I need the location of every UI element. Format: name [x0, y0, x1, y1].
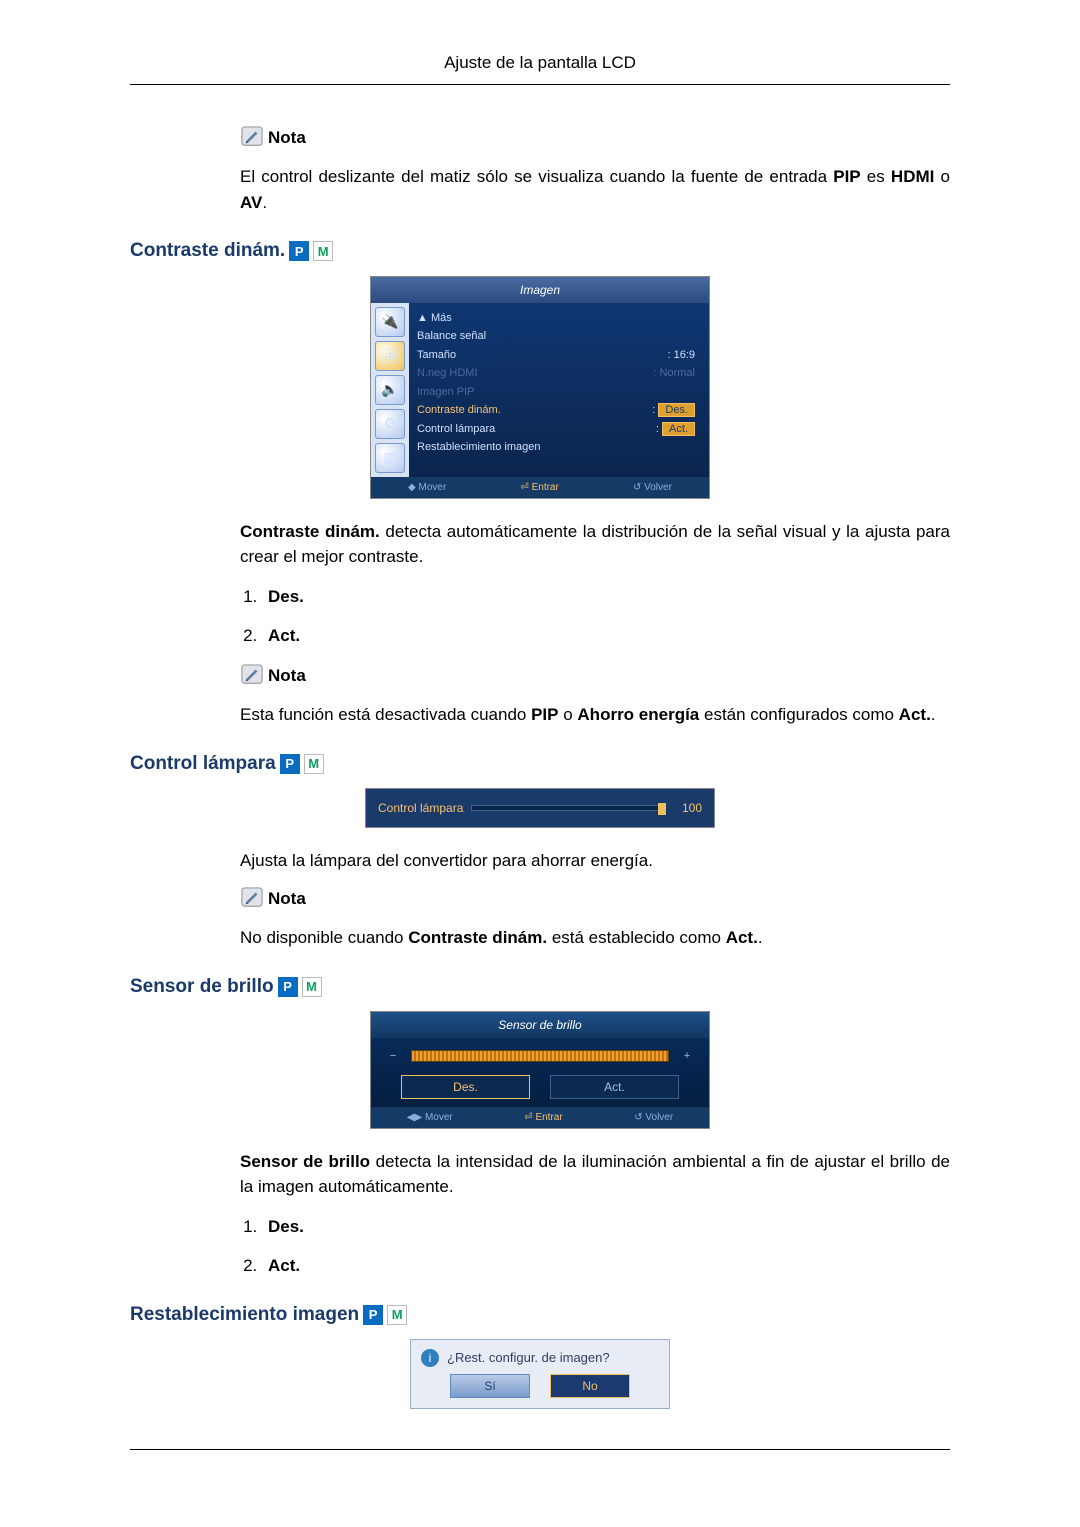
osd-hint-entrar: ⏎ Entrar — [524, 1110, 562, 1125]
osd-icon-picture: 🖼 — [375, 341, 405, 371]
reset-question: ¿Rest. configur. de imagen? — [447, 1348, 610, 1368]
note-label: Nota — [268, 886, 306, 912]
top-rule — [130, 84, 950, 85]
slider-value: 100 — [672, 799, 702, 817]
osd-hint-mover: ◀▶ Mover — [407, 1110, 453, 1125]
pencil-note-icon — [240, 126, 264, 148]
sensor-desc: Sensor de brillo detecta la intensidad d… — [240, 1149, 950, 1200]
p-badge-icon: P — [363, 1305, 383, 1325]
minus-icon[interactable]: − — [383, 1048, 403, 1065]
osd-item: Tamaño — [417, 347, 456, 364]
sensor-options: Des. Act. — [262, 1214, 950, 1279]
osd-lamp-slider: Control lámpara 100 — [365, 788, 715, 828]
contraste-note-text: Esta función está desactivada cuando PIP… — [240, 702, 950, 728]
osd-icon-sound: 🔈 — [375, 375, 405, 405]
osd-side-icons: 🔌 🖼 🔈 ⚙ ▥ — [371, 303, 409, 477]
section-title-sensor: Sensor de brillo P M — [130, 973, 950, 1002]
slider-track[interactable] — [471, 805, 664, 811]
lampara-desc: Ajusta la lámpara del convertidor para a… — [240, 848, 950, 874]
option-act: Act. — [262, 1253, 950, 1279]
osd-value-selected: : Des. — [652, 402, 695, 419]
osd-imagen-menu: Imagen 🔌 🖼 🔈 ⚙ ▥ ▲ Más Balance señal Tam… — [370, 276, 710, 499]
section-title-lampara: Control lámpara P M — [130, 750, 950, 779]
osd-title: Sensor de brillo — [371, 1012, 709, 1038]
info-icon: i — [421, 1349, 439, 1367]
osd-value: : Act. — [656, 421, 695, 438]
osd-hint-volver: ↺ Volver — [634, 1110, 673, 1125]
osd-hint-volver: ↺ Volver — [633, 480, 672, 495]
note-label: Nota — [268, 663, 306, 689]
osd-brightness-sensor: Sensor de brillo − + Des. Act. ◀▶ Mover … — [370, 1011, 710, 1129]
section-title-contraste: Contraste dinám. P M — [130, 237, 950, 266]
osd-reset-dialog: i ¿Rest. configur. de imagen? Sí No — [410, 1339, 670, 1409]
osd-footer: ◀▶ Mover ⏎ Entrar ↺ Volver — [371, 1107, 709, 1128]
lampara-note-text: No disponible cuando Contraste dinám. es… — [240, 925, 950, 951]
osd-item: Control lámpara — [417, 421, 495, 438]
osd-hint-entrar: ⏎ Entrar — [520, 480, 558, 495]
osd-footer: ◆ Mover ⏎ Entrar ↺ Volver — [371, 477, 709, 498]
slider-label: Control lámpara — [378, 799, 463, 817]
contraste-desc: Contraste dinám. detecta automáticamente… — [240, 519, 950, 570]
brightness-track[interactable] — [411, 1050, 669, 1062]
osd-value: : 16:9 — [667, 347, 695, 364]
p-badge-icon: P — [278, 977, 298, 997]
m-badge-icon: M — [302, 977, 322, 997]
pencil-note-icon — [240, 887, 264, 909]
osd-mas: ▲ Más — [417, 310, 452, 327]
osd-icon-setup: ⚙ — [375, 409, 405, 439]
contraste-options: Des. Act. — [262, 584, 950, 649]
p-badge-icon: P — [289, 241, 309, 261]
osd-item-selected: Contraste dinám. — [417, 402, 501, 419]
osd-title: Imagen — [371, 277, 709, 303]
option-act: Act. — [262, 623, 950, 649]
m-badge-icon: M — [387, 1305, 407, 1325]
option-des: Des. — [262, 1214, 950, 1240]
osd-icon-multi: ▥ — [375, 443, 405, 473]
osd-item: Balance señal — [417, 328, 486, 345]
btn-yes[interactable]: Sí — [450, 1374, 530, 1398]
btn-des[interactable]: Des. — [401, 1075, 530, 1099]
note-block-lampara: Nota — [240, 886, 950, 912]
osd-value: : Normal — [653, 365, 695, 382]
section-title-reset: Restablecimiento imagen P M — [130, 1301, 950, 1330]
osd-icon-input: 🔌 — [375, 307, 405, 337]
m-badge-icon: M — [304, 754, 324, 774]
page-title: Ajuste de la pantalla LCD — [130, 50, 950, 76]
bottom-rule — [130, 1449, 950, 1450]
slider-handle[interactable] — [658, 803, 666, 815]
osd-item: Restablecimiento imagen — [417, 439, 541, 456]
note-block-intro: Nota — [240, 125, 950, 151]
intro-note-text: El control deslizante del matiz sólo se … — [240, 164, 950, 215]
osd-item-disabled: Imagen PIP — [417, 384, 474, 401]
option-des: Des. — [262, 584, 950, 610]
btn-no[interactable]: No — [550, 1374, 630, 1398]
btn-act[interactable]: Act. — [550, 1075, 679, 1099]
plus-icon[interactable]: + — [677, 1048, 697, 1065]
note-label: Nota — [268, 125, 306, 151]
note-block-contraste: Nota — [240, 663, 950, 689]
p-badge-icon: P — [280, 754, 300, 774]
pencil-note-icon — [240, 664, 264, 686]
m-badge-icon: M — [313, 241, 333, 261]
osd-hint-mover: ◆ Mover — [408, 480, 446, 495]
osd-item-disabled: N.neg HDMI — [417, 365, 478, 382]
